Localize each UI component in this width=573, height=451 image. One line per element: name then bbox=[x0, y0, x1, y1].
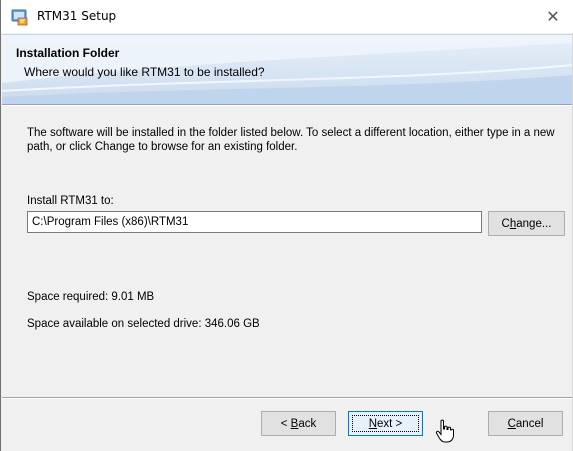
next-button-label: Next > bbox=[368, 417, 403, 430]
space-available-text: Space available on selected drive: 346.0… bbox=[27, 318, 260, 330]
window-title: RTM31 Setup bbox=[37, 9, 117, 23]
banner-subtitle: Where would you like RTM31 to be install… bbox=[24, 65, 265, 79]
cancel-button-label: Cancel bbox=[507, 417, 544, 430]
close-icon: ✕ bbox=[546, 7, 560, 26]
install-path-label: Install RTM31 to: bbox=[27, 195, 114, 207]
title-bar[interactable]: RTM31 Setup ✕ bbox=[1, 0, 573, 33]
mouse-pointer-icon bbox=[435, 419, 454, 443]
banner-divider-highlight bbox=[2, 105, 573, 106]
next-button[interactable]: Next > bbox=[348, 411, 423, 436]
change-button-label: Change... bbox=[501, 217, 552, 230]
back-button-label: < Back bbox=[280, 417, 317, 430]
close-button[interactable]: ✕ bbox=[533, 0, 573, 33]
header-banner: Installation Folder Where would you like… bbox=[2, 34, 573, 105]
banner-title: Installation Folder bbox=[16, 46, 120, 60]
setup-installer-icon bbox=[11, 9, 28, 26]
install-path-input[interactable] bbox=[27, 211, 482, 233]
setup-window: RTM31 Setup ✕ Installation Folder Where … bbox=[0, 0, 573, 451]
footer-divider-highlight bbox=[2, 398, 573, 399]
space-required-text: Space required: 9.01 MB bbox=[27, 291, 155, 303]
back-button[interactable]: < Back bbox=[261, 411, 336, 436]
description-text: The software will be installed in the fo… bbox=[27, 127, 555, 153]
cancel-button[interactable]: Cancel bbox=[488, 411, 563, 436]
change-button[interactable]: Change... bbox=[488, 211, 565, 236]
